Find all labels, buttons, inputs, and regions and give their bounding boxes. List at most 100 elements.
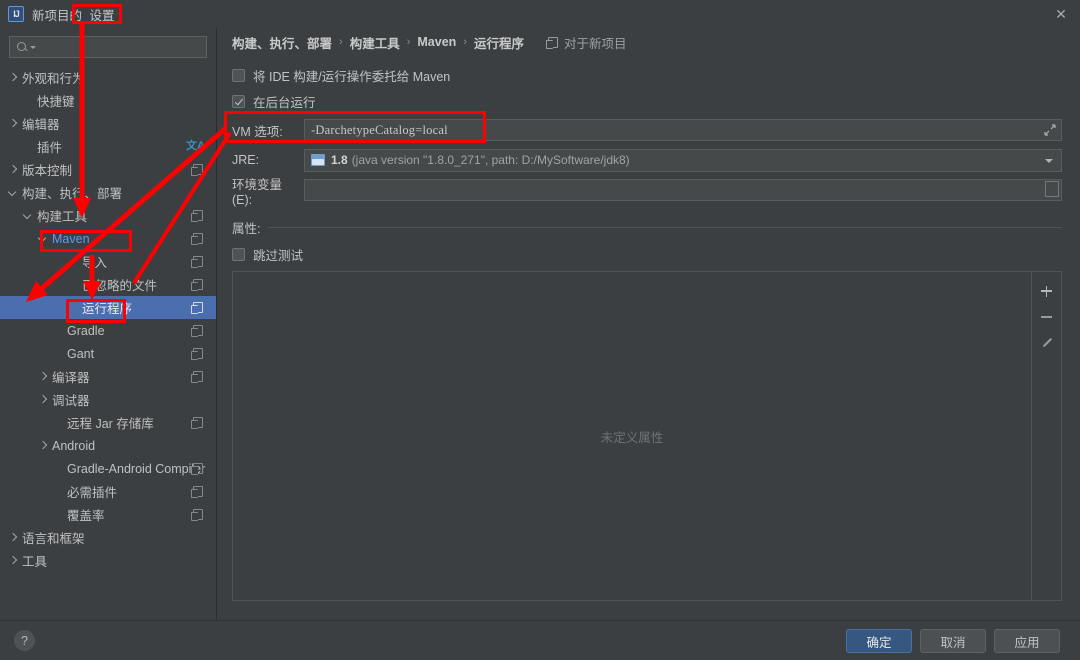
copy-icon[interactable] xyxy=(191,256,203,268)
copy-icon[interactable] xyxy=(191,509,203,521)
title-prefix: 新项目的 xyxy=(32,8,83,23)
chevron-right-icon[interactable] xyxy=(38,440,49,451)
chevron-right-icon[interactable] xyxy=(8,532,19,543)
sidebar-item-5[interactable]: 构建、执行、部署 xyxy=(0,181,216,204)
chevron-down-icon[interactable] xyxy=(8,187,19,198)
sidebar-item-21[interactable]: 工具 xyxy=(0,549,216,572)
sidebar-item-16[interactable]: Android xyxy=(0,434,216,457)
sidebar-item-15[interactable]: 远程 Jar 存储库 xyxy=(0,411,216,434)
chevron-right-icon[interactable] xyxy=(8,72,19,83)
sidebar-item-18[interactable]: 必需插件 xyxy=(0,480,216,503)
properties-table: 未定义属性 xyxy=(232,271,1062,601)
copy-icon[interactable] xyxy=(191,486,203,498)
remove-property-button[interactable] xyxy=(1036,306,1058,328)
search-container xyxy=(0,28,216,64)
delegate-build-checkbox[interactable] xyxy=(232,68,245,82)
chevron-down-icon[interactable] xyxy=(38,233,49,244)
sidebar-item-7[interactable]: Maven xyxy=(0,227,216,250)
sidebar-item-label: 插件 xyxy=(37,141,63,155)
translate-icon[interactable]: 文A xyxy=(186,139,205,154)
breadcrumb-item-1[interactable]: 构建、执行、部署 xyxy=(232,33,332,52)
chevron-right-icon[interactable] xyxy=(38,394,49,405)
copy-icon[interactable] xyxy=(191,233,203,245)
env-vars-label: 环境变量 (E): xyxy=(232,177,283,207)
sidebar-item-2[interactable]: 编辑器 xyxy=(0,112,216,135)
sidebar-item-label: 工具 xyxy=(22,555,48,569)
sidebar-item-19[interactable]: 覆盖率 xyxy=(0,503,216,526)
jre-combobox[interactable]: 1.8 (java version "1.8.0_271", path: D:/… xyxy=(304,148,1062,172)
sidebar-item-label: Gradle xyxy=(67,323,105,338)
apply-button[interactable]: 应用 xyxy=(994,629,1060,653)
copy-icon[interactable] xyxy=(191,302,203,314)
close-icon[interactable]: ✕ xyxy=(1050,4,1072,24)
sidebar-item-1[interactable]: 快捷键 xyxy=(0,89,216,112)
sidebar-item-3[interactable]: 插件 文A xyxy=(0,135,216,158)
settings-dialog: IJ 新项目的 设置 ✕ 外观和行为 快捷键 编辑器 插件 文A 版本控制 构建、执行、部署… xyxy=(0,0,1080,660)
sidebar-item-9[interactable]: 已忽略的文件 xyxy=(0,273,216,296)
copy-icon[interactable] xyxy=(191,463,203,475)
sidebar-item-12[interactable]: Gant xyxy=(0,342,216,365)
cancel-button[interactable]: 取消 xyxy=(920,629,986,653)
sidebar-item-4[interactable]: 版本控制 xyxy=(0,158,216,181)
chevron-right-icon[interactable] xyxy=(8,164,19,175)
sidebar-item-14[interactable]: 调试器 xyxy=(0,388,216,411)
app-icon: IJ xyxy=(8,6,24,22)
search-input[interactable] xyxy=(36,39,206,55)
sidebar-item-11[interactable]: Gradle xyxy=(0,319,216,342)
run-in-background-label: 在后台运行 xyxy=(253,95,316,110)
search-box[interactable] xyxy=(9,36,207,58)
breadcrumb-item-2[interactable]: 构建工具 xyxy=(350,33,400,52)
add-property-button[interactable] xyxy=(1036,280,1058,302)
chevron-right-icon[interactable] xyxy=(38,371,49,382)
sidebar-item-13[interactable]: 编译器 xyxy=(0,365,216,388)
copy-icon[interactable] xyxy=(191,371,203,383)
chevron-right-icon[interactable] xyxy=(8,555,19,566)
sidebar-item-20[interactable]: 语言和框架 xyxy=(0,526,216,549)
copy-icon[interactable] xyxy=(191,279,203,291)
sidebar-item-6[interactable]: 构建工具 xyxy=(0,204,216,227)
sidebar-item-label: 运行程序 xyxy=(82,302,133,316)
expand-icon[interactable] xyxy=(1041,121,1059,139)
copy-icon[interactable] xyxy=(191,210,203,222)
jre-row: JRE: 1.8 (java version "1.8.0_271", path… xyxy=(232,146,1062,174)
vm-options-input[interactable]: -DarchetypeCatalog=local xyxy=(304,119,1062,141)
run-in-background-checkbox[interactable] xyxy=(232,94,245,108)
env-vars-row: 环境变量 (E): xyxy=(232,176,1062,207)
skip-tests-checkbox[interactable] xyxy=(232,247,245,261)
dialog-footer: ? 确定 取消 应用 https://blog.csdn.net/qq_1454… xyxy=(0,620,1080,660)
breadcrumb-item-4[interactable]: 运行程序 xyxy=(474,33,524,52)
page-title: 新项目的 设置 xyxy=(32,5,119,24)
copy-icon[interactable] xyxy=(191,348,203,360)
sidebar-item-label: 编辑器 xyxy=(22,118,60,132)
vm-options-value: -DarchetypeCatalog=local xyxy=(311,122,448,137)
breadcrumb-item-3[interactable]: Maven xyxy=(417,35,456,49)
search-icon xyxy=(16,41,29,54)
properties-toolbar xyxy=(1031,272,1061,600)
env-vars-input-wrap xyxy=(304,179,1062,201)
run-in-background-row[interactable]: 在后台运行 xyxy=(232,90,1062,112)
env-vars-browse-button[interactable] xyxy=(1045,181,1059,197)
sidebar-item-label: 编译器 xyxy=(52,371,90,385)
sidebar-item-label: 必需插件 xyxy=(67,486,118,500)
for-new-project-text: 对于新项目 xyxy=(563,36,627,51)
edit-property-button[interactable] xyxy=(1036,332,1058,354)
sidebar-item-0[interactable]: 外观和行为 xyxy=(0,66,216,89)
sidebar-item-17[interactable]: Gradle-Android Compiler xyxy=(0,457,216,480)
chevron-right-icon[interactable] xyxy=(8,118,19,129)
sidebar-item-10[interactable]: 运行程序 xyxy=(0,296,216,319)
sidebar-item-8[interactable]: 导入 xyxy=(0,250,216,273)
env-vars-input[interactable] xyxy=(304,179,1062,201)
skip-tests-row[interactable]: 跳过测试 xyxy=(232,243,1062,265)
copy-icon[interactable] xyxy=(191,164,203,176)
delegate-build-row[interactable]: 将 IDE 构建/运行操作委托给 Maven xyxy=(232,64,1062,86)
chevron-down-icon[interactable] xyxy=(1045,158,1053,163)
chevron-down-icon[interactable] xyxy=(23,210,34,221)
copy-icon[interactable] xyxy=(191,325,203,337)
ok-button[interactable]: 确定 xyxy=(846,629,912,653)
help-icon[interactable]: ? xyxy=(14,630,35,651)
copy-icon[interactable] xyxy=(191,417,203,429)
maven-runner-form: 将 IDE 构建/运行操作委托给 Maven 在后台运行 VM 选项: -Dar… xyxy=(218,56,1080,601)
